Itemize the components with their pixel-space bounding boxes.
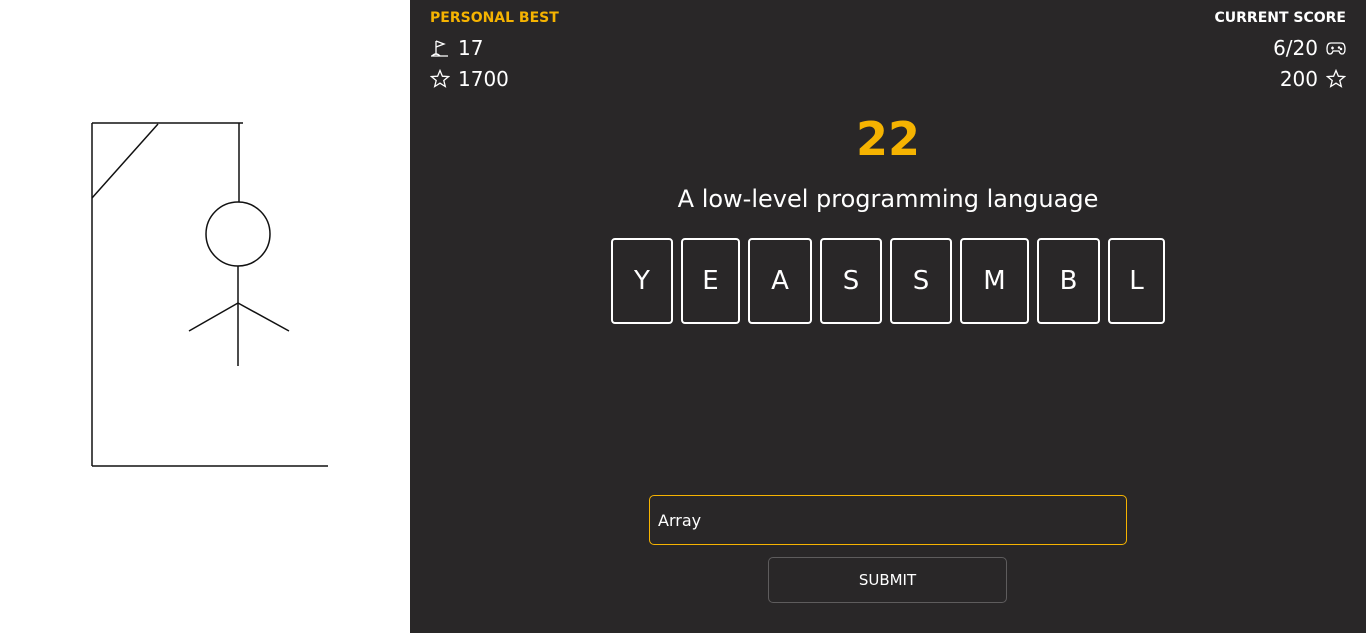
- submit-button[interactable]: SUBMIT: [768, 557, 1007, 603]
- current-score-points-value: 200: [1279, 67, 1318, 91]
- letter-tile[interactable]: E: [681, 238, 740, 324]
- countdown-timer: 22: [855, 112, 920, 166]
- letter-tile[interactable]: Y: [611, 238, 673, 324]
- hangman-right-arm: [237, 302, 290, 332]
- letter-tile[interactable]: S: [820, 238, 882, 324]
- hangman-head: [205, 201, 271, 267]
- letter-tile[interactable]: B: [1037, 238, 1100, 324]
- letter-tile[interactable]: M: [960, 238, 1029, 324]
- personal-best-level: 17: [430, 36, 483, 60]
- personal-best-points-value: 1700: [458, 67, 509, 91]
- star-icon: [1326, 69, 1346, 88]
- personal-best-points: 1700: [430, 67, 509, 91]
- personal-best-label: PERSONAL BEST: [430, 10, 559, 26]
- hangman-drawing: [91, 122, 328, 467]
- gamepad-icon: [1326, 42, 1346, 55]
- current-score-points: 200: [1280, 67, 1346, 91]
- game-panel: PERSONAL BEST 17 1700 CURRENT SCORE 6/20: [410, 0, 1366, 633]
- current-score-progress-value: 6/20: [1273, 36, 1318, 60]
- hangman-panel: [0, 0, 410, 633]
- hangman-left-arm: [188, 302, 239, 332]
- answer-input[interactable]: [649, 495, 1127, 545]
- flag-icon: [431, 40, 448, 57]
- letter-tile[interactable]: S: [890, 238, 952, 324]
- letter-tiles: Y E A S S M B L: [410, 238, 1366, 324]
- current-score-label: CURRENT SCORE: [1214, 10, 1346, 26]
- personal-best-level-value: 17: [458, 36, 484, 60]
- letter-tile[interactable]: L: [1108, 238, 1165, 324]
- current-score-progress: 6/20: [1273, 36, 1346, 60]
- star-icon: [430, 69, 450, 88]
- word-hint: A low-level programming language: [677, 185, 1099, 213]
- letter-tile[interactable]: A: [748, 238, 812, 324]
- game-screen: PERSONAL BEST 17 1700 CURRENT SCORE 6/20: [0, 0, 1366, 633]
- gallows-brace: [91, 123, 159, 199]
